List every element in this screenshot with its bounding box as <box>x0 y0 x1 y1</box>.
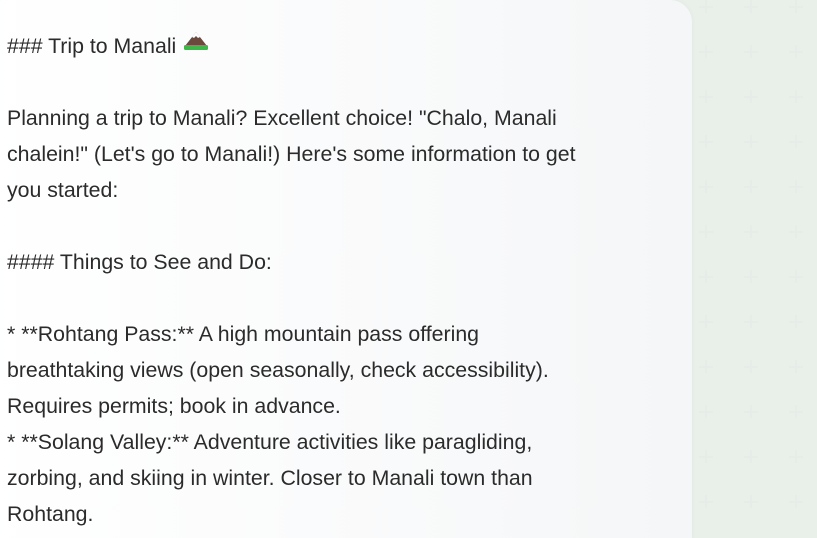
intro-line-1: Planning a trip to Manali? Excellent cho… <box>7 106 557 130</box>
list-item-rohtang-line-1: * **Rohtang Pass:** A high mountain pass… <box>7 322 480 346</box>
message-heading: ### Trip to Manali <box>7 34 177 58</box>
message-heading-line: ### Trip to Manali <box>7 28 667 64</box>
intro-line-3: you started: <box>7 178 119 202</box>
assistant-message-content: ### Trip to Manali Planning a trip to Ma… <box>7 28 667 532</box>
list-item-rohtang-line-3: Requires permits; book in advance. <box>7 394 341 418</box>
list-item-solang-line-1: * **Solang Valley:** Adventure activitie… <box>7 430 533 454</box>
section-subheading: #### Things to See and Do: <box>7 250 272 274</box>
list-item-solang-line-3: Rohtang. <box>7 502 94 526</box>
list-item-solang-line-2: zorbing, and skiing in winter. Closer to… <box>7 466 533 490</box>
list-item-rohtang-line-2: breathtaking views (open seasonally, che… <box>7 358 549 382</box>
mountain-icon <box>182 26 210 62</box>
intro-line-2: chalein!" (Let's go to Manali!) Here's s… <box>7 142 576 166</box>
